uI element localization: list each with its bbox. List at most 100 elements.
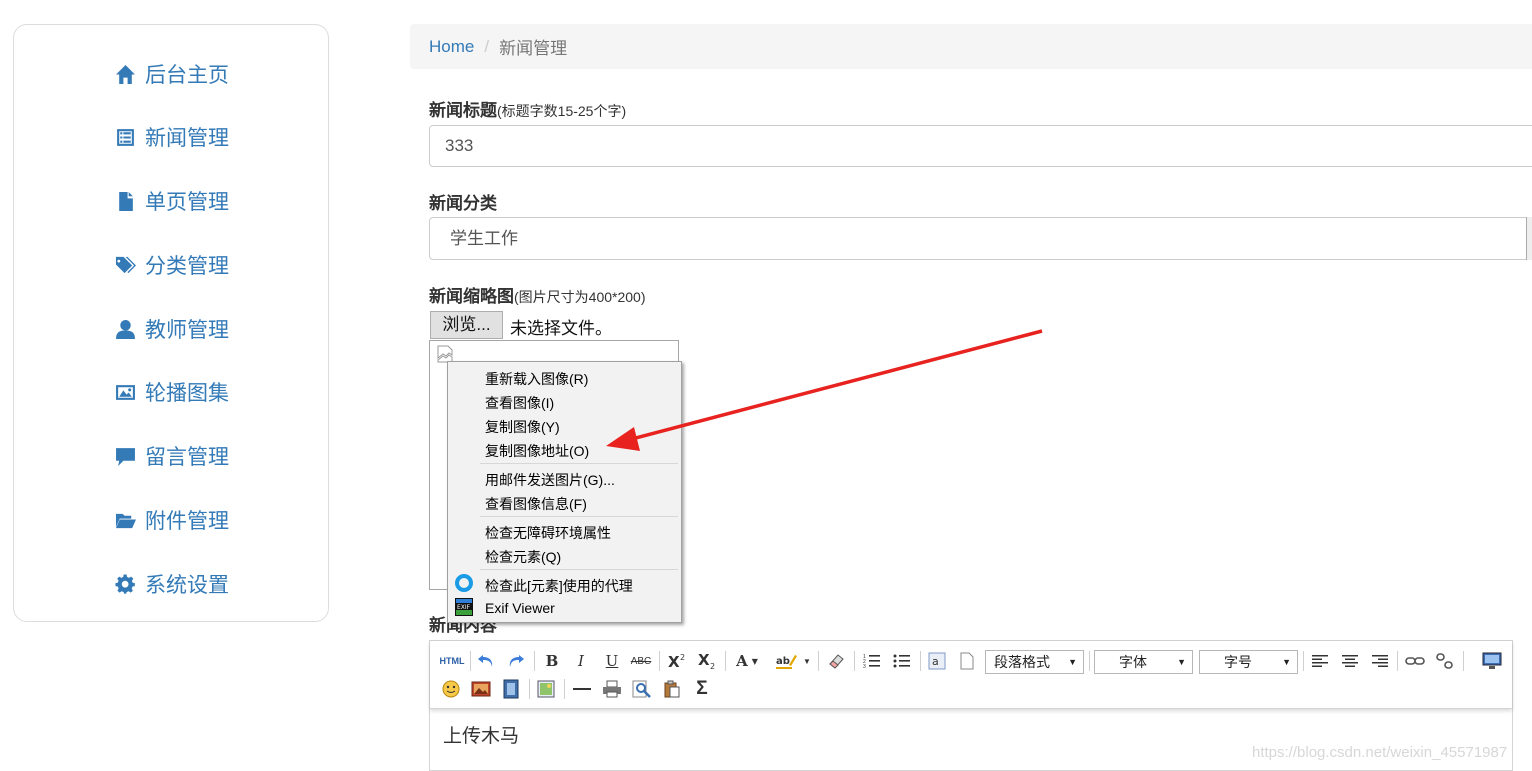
- toolbar-separator: [534, 651, 535, 671]
- select-arrow-icon[interactable]: [1526, 217, 1532, 260]
- list-icon: [114, 126, 136, 148]
- menu-item-inspect-proxy[interactable]: 检查此[元素]使用的代理: [485, 576, 633, 596]
- toolbar-separator: [1397, 651, 1398, 671]
- font-family-select[interactable]: 字体 ▼: [1094, 650, 1193, 674]
- proxy-ring-icon: [455, 574, 473, 592]
- strikethrough-button[interactable]: ABC: [629, 650, 653, 672]
- font-color-label: A: [736, 652, 748, 670]
- menu-separator: [480, 516, 678, 517]
- tags-icon: [114, 254, 136, 276]
- sidebar-item-teachers[interactable]: 教师管理: [114, 314, 229, 344]
- anchor-icon[interactable]: a: [925, 650, 949, 672]
- subscript-icon[interactable]: X2: [695, 650, 719, 672]
- unordered-list-icon[interactable]: [890, 650, 914, 672]
- highlight-color-button[interactable]: ab ▼: [773, 650, 813, 672]
- menu-item-reload-image[interactable]: 重新载入图像(R): [485, 369, 588, 389]
- file-status: 未选择文件。: [510, 319, 612, 338]
- browse-button[interactable]: 浏览...: [430, 311, 503, 339]
- gear-icon: [114, 573, 136, 595]
- title-input[interactable]: 333: [429, 125, 1532, 167]
- unlink-icon[interactable]: [1433, 650, 1457, 672]
- image-icon[interactable]: [469, 678, 493, 700]
- link-icon[interactable]: [1403, 650, 1427, 672]
- exif-icon: EXIF: [455, 598, 473, 616]
- folder-open-icon: [114, 509, 136, 531]
- undo-icon[interactable]: [474, 650, 498, 672]
- toolbar-separator: [1303, 651, 1304, 671]
- editor-toolbar: HTML B I U ABC X2 X2 A ▼ ab ▼ 123 a 段落格式 ▼ …: [430, 641, 1512, 709]
- align-right-icon[interactable]: [1368, 650, 1392, 672]
- title-label-text: 新闻标题: [429, 101, 497, 120]
- toolbar-separator: [529, 679, 530, 699]
- breadcrumb-home-link[interactable]: Home: [429, 37, 474, 57]
- sidebar-item-pages[interactable]: 单页管理: [114, 186, 229, 216]
- underline-button[interactable]: U: [600, 650, 624, 672]
- toolbar-separator: [470, 651, 471, 671]
- page-break-icon[interactable]: [955, 650, 979, 672]
- category-select[interactable]: 学生工作: [429, 217, 1532, 260]
- menu-item-copy-image-address[interactable]: 复制图像地址(O): [485, 441, 589, 461]
- menu-item-email-image[interactable]: 用邮件发送图片(G)...: [485, 470, 615, 490]
- menu-item-view-image-info[interactable]: 查看图像信息(F): [485, 494, 587, 514]
- sidebar-item-attachments[interactable]: 附件管理: [114, 505, 229, 535]
- align-center-icon[interactable]: [1338, 650, 1362, 672]
- chevron-down-icon: ▼: [1282, 657, 1291, 667]
- print-icon[interactable]: [600, 678, 624, 700]
- sidebar-item-label: 教师管理: [145, 319, 229, 342]
- svg-text:EXIF: EXIF: [457, 604, 471, 611]
- category-label: 新闻分类: [429, 194, 497, 213]
- menu-item-copy-image[interactable]: 复制图像(Y): [485, 417, 560, 437]
- menu-item-inspect-accessibility[interactable]: 检查无障碍环境属性: [485, 523, 611, 543]
- thumb-hint: (图片尺寸为400*200): [514, 289, 646, 305]
- gallery-icon[interactable]: [534, 678, 558, 700]
- font-color-button[interactable]: A ▼: [730, 650, 764, 672]
- italic-button[interactable]: I: [569, 650, 593, 672]
- svg-text:2: 2: [680, 653, 685, 662]
- paragraph-format-select[interactable]: 段落格式 ▼: [985, 650, 1084, 674]
- horizontal-rule-icon[interactable]: [570, 678, 594, 700]
- formula-sum-button[interactable]: Σ: [690, 678, 714, 700]
- thumb-label: 新闻缩略图(图片尺寸为400*200): [429, 282, 646, 307]
- sidebar-item-label: 轮播图集: [145, 382, 229, 405]
- eraser-icon[interactable]: [824, 650, 848, 672]
- menu-item-view-image[interactable]: 查看图像(I): [485, 393, 554, 413]
- toolbar-separator: [854, 651, 855, 671]
- menu-item-inspect-element[interactable]: 检查元素(Q): [485, 547, 561, 567]
- picture-icon: [114, 381, 136, 403]
- svg-text:2: 2: [710, 662, 715, 670]
- preview-icon[interactable]: [630, 678, 654, 700]
- toolbar-separator: [1463, 651, 1464, 671]
- emoticon-icon[interactable]: [439, 678, 463, 700]
- paste-icon[interactable]: [660, 678, 684, 700]
- toolbar-separator: [920, 651, 921, 671]
- sidebar-item-messages[interactable]: 留言管理: [114, 441, 229, 471]
- editor-content[interactable]: 上传木马: [443, 721, 519, 748]
- menu-separator: [480, 569, 678, 570]
- breadcrumb: Home / 新闻管理: [410, 24, 1532, 69]
- sidebar-item-label: 后台主页: [145, 64, 229, 87]
- menu-item-exif-viewer[interactable]: Exif Viewer: [485, 600, 555, 616]
- superscript-icon[interactable]: X2: [665, 650, 689, 672]
- menu-separator: [480, 463, 678, 464]
- font-size-select[interactable]: 字号 ▼: [1199, 650, 1298, 674]
- sidebar-item-news[interactable]: 新闻管理: [114, 122, 229, 152]
- redo-icon[interactable]: [504, 650, 528, 672]
- align-left-icon[interactable]: [1308, 650, 1332, 672]
- sidebar-item-categories[interactable]: 分类管理: [114, 250, 229, 280]
- sidebar-item-label: 分类管理: [145, 255, 229, 278]
- title-hint: (标题字数15-25个字): [497, 103, 627, 119]
- html-source-button[interactable]: HTML: [439, 650, 465, 672]
- sidebar-item-label: 系统设置: [145, 574, 229, 597]
- fullscreen-icon[interactable]: [1480, 650, 1504, 672]
- sidebar-item-settings[interactable]: 系统设置: [114, 569, 229, 599]
- bold-button[interactable]: B: [540, 650, 564, 672]
- font-family-label: 字体: [1119, 654, 1147, 670]
- video-icon[interactable]: [499, 678, 523, 700]
- ordered-list-icon[interactable]: 123: [860, 650, 884, 672]
- comment-icon: [114, 445, 136, 467]
- sidebar-item-carousel[interactable]: 轮播图集: [114, 377, 229, 407]
- font-size-label: 字号: [1224, 654, 1252, 670]
- breadcrumb-current: 新闻管理: [499, 39, 568, 58]
- home-icon: [114, 63, 136, 85]
- sidebar-item-dashboard[interactable]: 后台主页: [114, 59, 229, 89]
